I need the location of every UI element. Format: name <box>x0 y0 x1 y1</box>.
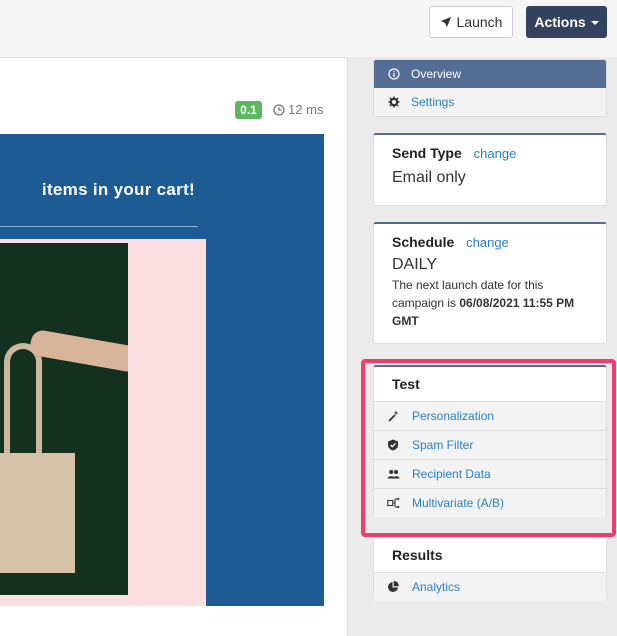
render-time: 12 ms <box>273 102 323 117</box>
results-section-title: Results <box>392 547 443 563</box>
schedule-title: Schedule <box>392 234 455 250</box>
schedule-change-link[interactable]: change <box>466 235 509 250</box>
bag-strap-shape <box>4 343 42 463</box>
schedule-next-launch: The next launch date for this campaign i… <box>392 276 588 330</box>
results-item-label: Analytics <box>412 580 461 594</box>
nav-item-overview[interactable]: Overview <box>374 60 606 88</box>
schedule-card: Schedule change DAILY The next launch da… <box>373 222 607 344</box>
rocket-icon <box>440 16 452 28</box>
render-time-value: 12 ms <box>288 102 324 117</box>
email-divider <box>0 226 198 227</box>
launch-button-label: Launch <box>456 14 503 30</box>
launch-button[interactable]: Launch <box>429 6 513 38</box>
send-type-heading: Send Type change <box>392 145 588 161</box>
top-toolbar <box>0 0 617 57</box>
spam-score-badge: 0.1 <box>235 101 262 119</box>
tote-bag-shape <box>0 453 75 573</box>
nav-item-settings[interactable]: Settings <box>374 88 606 116</box>
caret-down-icon <box>590 21 599 25</box>
send-type-title: Send Type <box>392 145 462 161</box>
results-item-analytics[interactable]: Analytics <box>374 572 606 601</box>
nav-item-label: Overview <box>411 67 462 81</box>
info-icon <box>388 68 400 80</box>
side-nav: Overview Settings <box>373 59 607 117</box>
email-headline: items in your cart! <box>41 180 195 199</box>
actions-button-label: Actions <box>534 14 586 30</box>
send-type-change-link[interactable]: change <box>474 146 517 161</box>
arm-shape <box>28 328 128 374</box>
pie-chart-icon <box>386 581 400 593</box>
nav-item-label: Settings <box>411 95 455 109</box>
results-section: Results Analytics <box>373 537 607 601</box>
send-type-value: Email only <box>392 169 466 186</box>
schedule-frequency: DAILY <box>392 256 438 273</box>
gear-icon <box>388 96 400 108</box>
test-section-highlight <box>361 359 616 537</box>
email-product-photo <box>0 243 128 595</box>
send-type-card: Send Type change Email only <box>373 133 607 206</box>
schedule-heading: Schedule change <box>392 234 588 250</box>
clock-icon <box>273 103 285 116</box>
actions-dropdown-button[interactable]: Actions <box>526 6 607 38</box>
